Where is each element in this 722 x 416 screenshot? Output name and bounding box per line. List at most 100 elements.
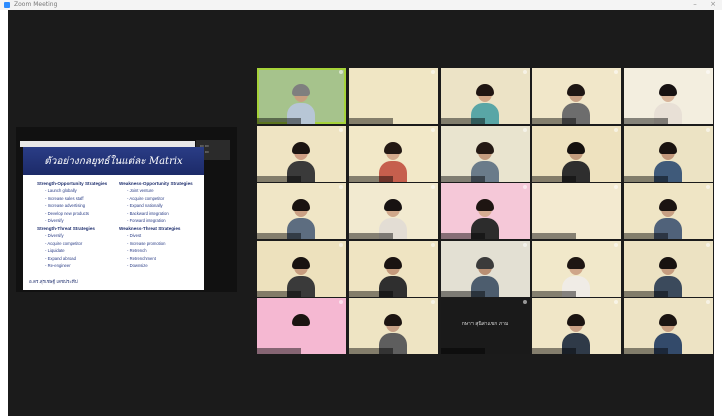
participant-name-bar [257, 290, 301, 297]
participant-tile[interactable] [532, 298, 622, 354]
more-options-icon[interactable] [614, 185, 619, 189]
participant-tile[interactable] [624, 240, 713, 297]
participant-name-bar [348, 175, 393, 182]
participant-tile[interactable]: กษาฯ สุนิสาแขก ภาม [440, 298, 530, 354]
slide-column-left: Strength-Opportunity Strategies Launch g… [37, 181, 121, 271]
participant-tile[interactable] [257, 240, 346, 297]
participant-tile[interactable] [348, 298, 438, 354]
more-options-icon[interactable] [614, 70, 619, 74]
slide-item: Diversify [45, 218, 121, 223]
participant-name-bar [257, 118, 301, 124]
more-options-icon[interactable] [522, 70, 527, 74]
participant-tile[interactable] [257, 298, 346, 354]
participant-name-label: กษาฯ สุนิสาแขก ภาม [461, 321, 509, 327]
slide-item: Liquidate [45, 248, 121, 253]
more-options-icon[interactable] [706, 242, 710, 247]
participant-tile[interactable] [348, 183, 438, 239]
participant-name-bar [257, 175, 301, 182]
presentation-slide: ตัวอย่างกลยุทธ์ในแต่ละ Matrix Strength-O… [23, 147, 204, 290]
participant-name-bar [348, 348, 393, 354]
slide-item: Expand nationally [127, 203, 203, 208]
slide-header: ตัวอย่างกลยุทธ์ในแต่ละ Matrix [23, 147, 204, 175]
participant-name-bar [348, 233, 393, 239]
participant-name-bar [257, 233, 301, 239]
more-options-icon[interactable] [706, 127, 710, 132]
minimize-icon[interactable]: – [690, 0, 700, 8]
more-options-icon[interactable] [522, 127, 527, 132]
more-options-icon[interactable] [522, 242, 527, 247]
more-options-icon[interactable] [522, 300, 527, 304]
slide-item: Launch globally [45, 188, 121, 193]
more-options-icon[interactable] [706, 185, 710, 189]
slide-item: Increase promotion [127, 241, 203, 246]
close-icon[interactable]: × [708, 0, 718, 8]
slide-item: Retrenchment [127, 256, 203, 261]
slide-title: ตัวอย่างกลยุทธ์ในแต่ละ Matrix [44, 156, 183, 167]
participant-tile[interactable] [440, 183, 530, 239]
more-options-icon[interactable] [706, 70, 710, 74]
more-options-icon[interactable] [614, 300, 619, 304]
more-options-icon[interactable] [430, 127, 435, 132]
window-title: Zoom Meeting [14, 1, 58, 8]
participant-name-bar [624, 348, 668, 354]
more-options-icon[interactable] [339, 242, 343, 247]
participant-tile[interactable] [624, 125, 713, 182]
slide-heading: Strength-Threat Strategies [37, 225, 95, 231]
more-options-icon[interactable] [522, 185, 527, 189]
slide-item: Joint venture [127, 188, 203, 193]
participant-tile[interactable] [348, 240, 438, 297]
slide-item: Re-engineer [45, 263, 121, 268]
participant-tile[interactable] [532, 68, 622, 124]
slide-item: Increase advertising [45, 203, 121, 208]
zoom-app-icon [4, 2, 10, 8]
participant-name-bar [532, 233, 577, 239]
more-options-icon[interactable] [430, 300, 435, 304]
slide-item: Develop new products [45, 211, 121, 216]
slide-column-right: Weakness-Opportunity Strategies Joint ve… [119, 181, 203, 271]
participant-name-bar [624, 118, 668, 124]
slide-item: Retrench [127, 248, 203, 253]
more-options-icon[interactable] [339, 300, 343, 304]
participant-name-bar [532, 118, 577, 124]
participant-name-bar [624, 175, 668, 182]
participant-tile[interactable] [624, 183, 713, 239]
slide-footer: อ.ดร.สุรเชษฐ์ เดชประทีป [29, 280, 78, 285]
more-options-icon[interactable] [430, 185, 435, 189]
participant-tile[interactable] [257, 125, 346, 182]
participant-tile[interactable] [257, 68, 346, 124]
participant-name-bar [532, 348, 577, 354]
participant-name-bar [348, 118, 393, 124]
slide-item: Forward integration [127, 218, 203, 223]
participant-tile[interactable] [348, 125, 438, 182]
slide-item: Downsize [127, 263, 203, 268]
participant-tile[interactable] [440, 125, 530, 182]
participant-name-bar [440, 348, 485, 354]
more-options-icon[interactable] [430, 70, 435, 74]
more-options-icon[interactable] [339, 70, 343, 74]
slide-heading: Weakness-Threat Strategies [119, 225, 181, 231]
participant-tile[interactable] [624, 68, 713, 124]
more-options-icon[interactable] [706, 300, 710, 304]
participant-tile[interactable] [532, 125, 622, 182]
slide-item: Acquire competitor [45, 241, 121, 246]
slide-item: Backward integration [127, 211, 203, 216]
more-options-icon[interactable] [614, 127, 619, 132]
participant-tile[interactable] [257, 183, 346, 239]
more-options-icon[interactable] [339, 185, 343, 189]
participant-tile[interactable] [440, 240, 530, 297]
participant-tile[interactable] [532, 240, 622, 297]
participant-name-bar [532, 175, 577, 182]
participant-name-bar [624, 290, 668, 297]
participant-tile[interactable] [440, 68, 530, 124]
participant-tile[interactable] [348, 68, 438, 124]
participant-name-bar [348, 290, 393, 297]
more-options-icon[interactable] [614, 242, 619, 247]
more-options-icon[interactable] [339, 127, 343, 132]
participant-tile[interactable] [624, 298, 713, 354]
participant-gallery: กษาฯ สุนิสาแขก ภาม [257, 68, 713, 354]
slide-item: Acquire competitor [127, 196, 203, 201]
participant-tile[interactable] [532, 183, 622, 239]
participant-name-bar [440, 175, 485, 182]
more-options-icon[interactable] [430, 242, 435, 247]
participant-name-bar [532, 290, 577, 297]
